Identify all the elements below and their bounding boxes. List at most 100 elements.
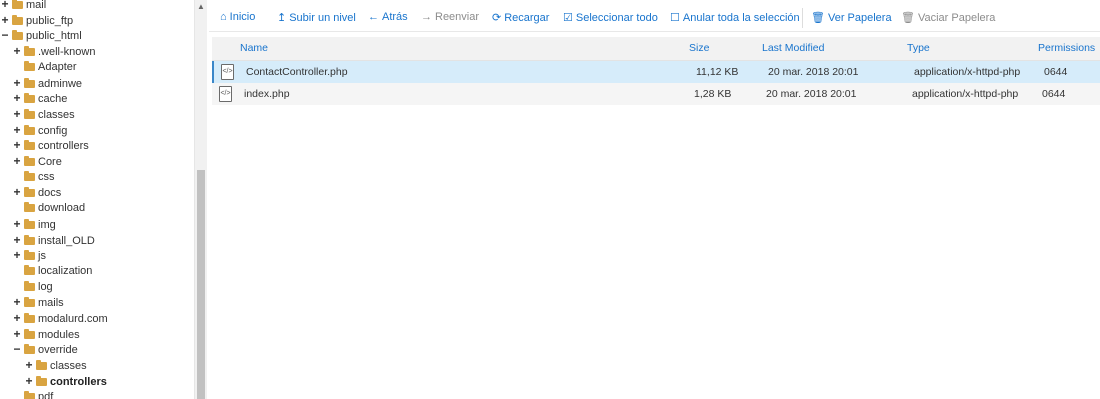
tree-item-label: css: [38, 170, 55, 183]
file-size: 11,12 KB: [696, 66, 739, 78]
tree-item[interactable]: + .well-known: [12, 43, 95, 59]
tree-item[interactable]: − override: [12, 341, 77, 357]
expand-icon[interactable]: +: [12, 122, 22, 138]
expand-icon[interactable]: +: [12, 247, 22, 263]
php-file-icon: </>: [219, 86, 232, 102]
column-header-name[interactable]: Name: [240, 42, 268, 54]
folder-icon: [24, 140, 35, 151]
tree-item[interactable]: localization: [12, 263, 92, 279]
toolbar-divider: [802, 8, 803, 28]
tree-item[interactable]: + modalurd.com: [12, 310, 107, 326]
table-header: Name Size Last Modified Type Permissions: [212, 37, 1100, 61]
tree-item[interactable]: + controllers: [24, 373, 106, 389]
expand-icon[interactable]: +: [24, 357, 34, 373]
tree-item[interactable]: Adapter: [12, 59, 77, 75]
folder-icon: [24, 313, 35, 323]
folder-icon: [24, 344, 35, 355]
tree-item-label: pdf: [38, 390, 54, 399]
tree-item[interactable]: pdf: [12, 389, 53, 399]
expand-icon[interactable]: +: [12, 90, 22, 106]
trash-icon: 🗑: [811, 12, 825, 24]
expand-icon[interactable]: +: [12, 232, 22, 248]
expand-icon[interactable]: +: [0, 12, 10, 28]
tree-item[interactable]: + img: [12, 216, 56, 232]
tree-item-label: log: [38, 280, 53, 293]
expand-icon[interactable]: +: [12, 184, 22, 200]
folder-icon: [24, 77, 35, 88]
tree-item[interactable]: + Core: [12, 153, 61, 169]
up-one-level-button[interactable]: ↥ Subir un nivel: [277, 11, 356, 24]
column-header-type[interactable]: Type: [907, 42, 930, 54]
collapse-icon[interactable]: −: [12, 341, 22, 357]
tree-item[interactable]: + mail: [0, 0, 46, 12]
file-permissions: 0644: [1042, 88, 1066, 100]
folder-icon: [24, 202, 35, 213]
folder-icon: [24, 108, 35, 119]
tree-item[interactable]: css: [12, 169, 55, 185]
tree-item-label: mail: [26, 0, 47, 11]
folder-icon: [12, 30, 23, 41]
reload-button[interactable]: ⟳ Recargar: [492, 11, 549, 24]
column-header-permissions[interactable]: Permissions: [1038, 42, 1095, 54]
tree-item[interactable]: + controllers: [12, 137, 89, 153]
folder-icon: [24, 93, 35, 104]
tree-item-label: public_ftp: [26, 14, 74, 27]
tree-item-label: public_html: [26, 30, 82, 43]
tree-item[interactable]: + cache: [12, 90, 67, 106]
tree-item[interactable]: + config: [12, 122, 67, 138]
tree-item-label: modules: [38, 328, 80, 341]
column-header-modified[interactable]: Last Modified: [762, 42, 824, 54]
expand-icon[interactable]: +: [12, 43, 22, 59]
tree-item[interactable]: download: [12, 200, 85, 216]
collapse-icon[interactable]: −: [0, 27, 10, 43]
scrollbar-thumb[interactable]: [197, 170, 205, 399]
scroll-up-arrow-icon[interactable]: ▲: [197, 2, 205, 11]
table-row[interactable]: </> ContactController.php 11,12 KB 20 mar. …: [212, 61, 1100, 83]
php-file-icon: </>: [221, 64, 234, 80]
expand-icon[interactable]: +: [12, 294, 22, 310]
tree-item[interactable]: + classes: [12, 106, 74, 122]
tree-item[interactable]: + js: [12, 247, 45, 263]
tree-item[interactable]: + docs: [12, 184, 61, 200]
deselect-all-button[interactable]: ☐ Anular toda la selección: [670, 11, 800, 24]
expand-icon[interactable]: +: [12, 106, 22, 122]
tree-item-label: controllers: [38, 140, 89, 153]
expand-icon[interactable]: +: [24, 373, 34, 389]
folder-icon: [24, 187, 35, 198]
tree-item-label: install_OLD: [38, 234, 95, 247]
tree-item[interactable]: + mails: [12, 294, 63, 310]
folder-icon: [36, 360, 47, 371]
empty-trash-button[interactable]: 🗑 Vaciar Papelera: [901, 11, 995, 24]
home-icon: ⌂: [220, 11, 227, 23]
tree-item-label: .well-known: [38, 46, 96, 59]
tree-item[interactable]: + public_ftp: [0, 12, 73, 28]
tree-item-label: img: [38, 218, 56, 231]
arrow-right-icon: →: [421, 11, 432, 23]
view-trash-button[interactable]: 🗑 Ver Papelera: [811, 11, 892, 24]
forward-button[interactable]: → Reenviar: [421, 11, 479, 23]
back-button[interactable]: ← Atrás: [368, 11, 408, 23]
folder-icon: [24, 250, 35, 261]
table-row[interactable]: </> index.php 1,28 KB 20 mar. 2018 20:01 app…: [212, 83, 1100, 105]
expand-icon[interactable]: +: [0, 0, 10, 12]
expand-icon[interactable]: +: [12, 75, 22, 91]
refresh-icon: ⟳: [492, 12, 502, 24]
expand-icon[interactable]: +: [12, 137, 22, 153]
expand-icon[interactable]: +: [12, 153, 22, 169]
tree-item[interactable]: log: [12, 279, 53, 295]
expand-icon[interactable]: +: [12, 326, 22, 342]
expand-icon[interactable]: +: [12, 310, 22, 326]
tree-item[interactable]: − public_html: [0, 27, 82, 43]
tree-item[interactable]: + modules: [12, 326, 80, 342]
checkbox-empty-icon: ☐: [670, 12, 680, 24]
tree-item[interactable]: + install_OLD: [12, 232, 95, 248]
tree-item[interactable]: + classes: [24, 357, 86, 373]
tree-scrollbar[interactable]: ▲: [194, 0, 207, 399]
tree-item-label: cache: [38, 93, 68, 106]
file-name: index.php: [244, 88, 290, 100]
expand-icon[interactable]: +: [12, 216, 22, 232]
column-header-size[interactable]: Size: [689, 42, 709, 54]
home-button[interactable]: ⌂ Inicio: [220, 11, 255, 23]
select-all-button[interactable]: ☑ Seleccionar todo: [563, 11, 658, 24]
tree-item[interactable]: + adminwe: [12, 75, 82, 91]
